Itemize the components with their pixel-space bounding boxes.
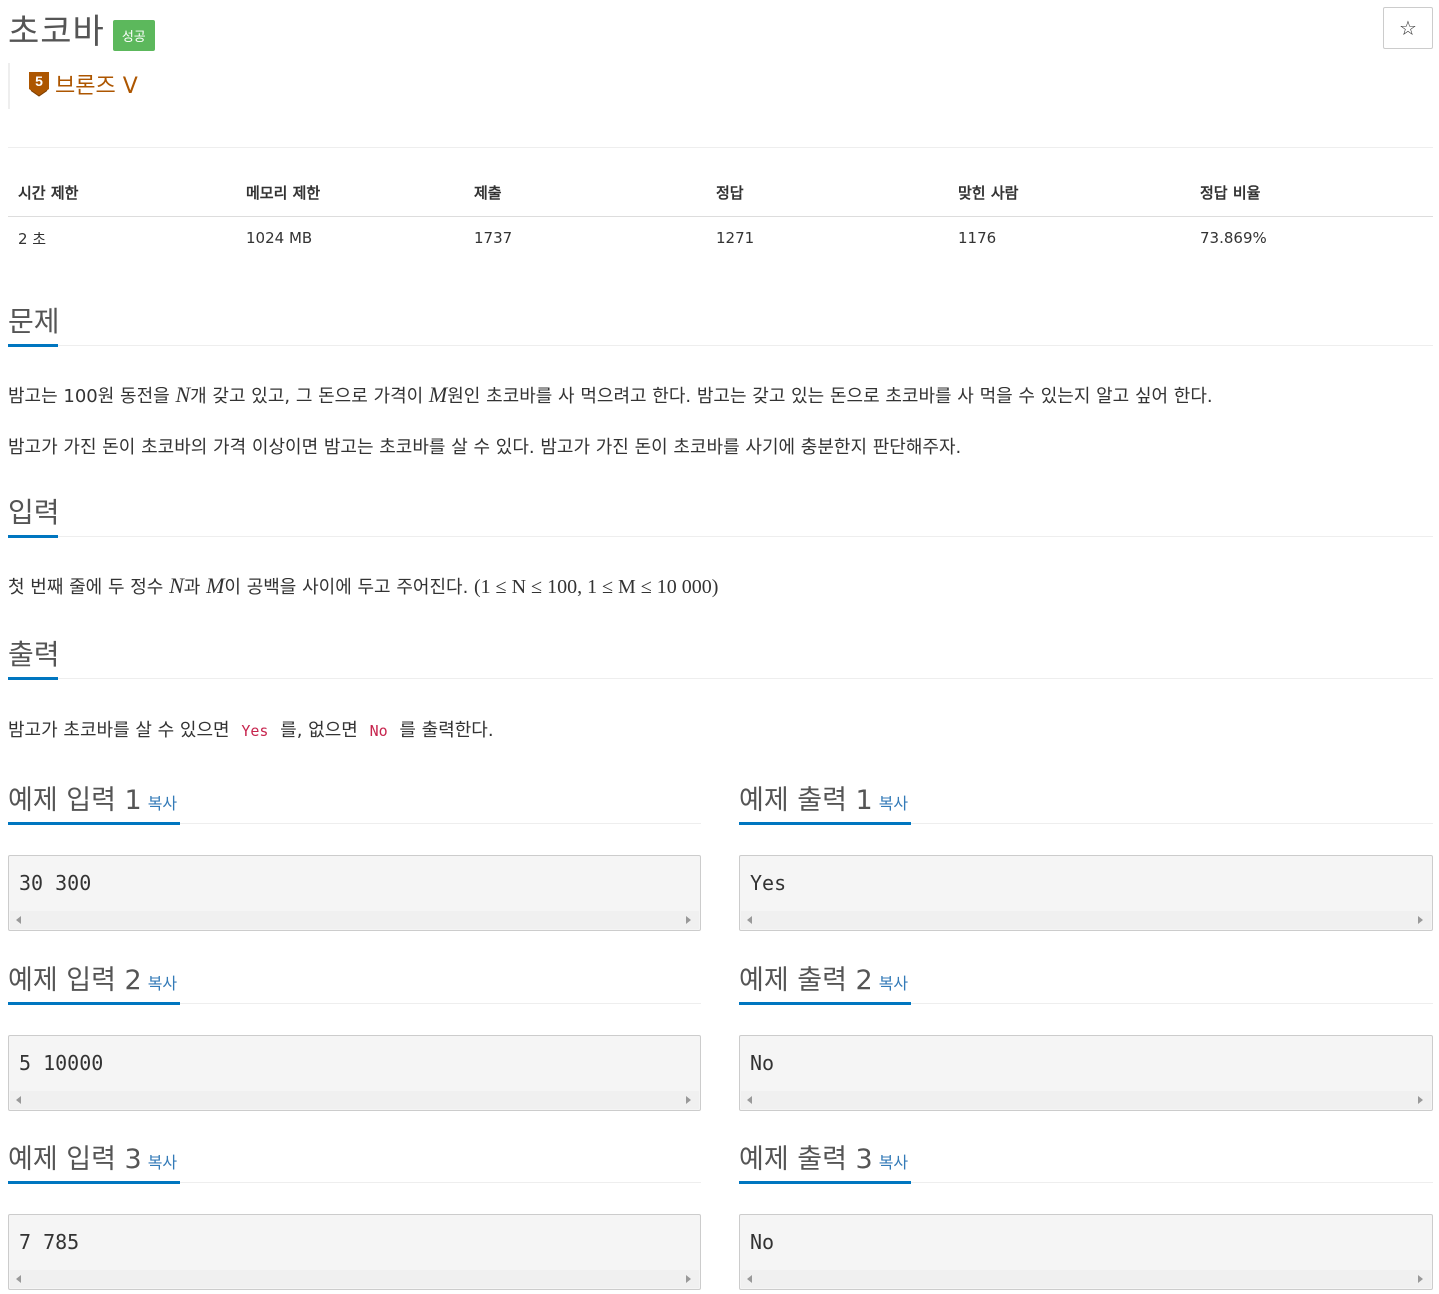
scroll-left-icon[interactable]	[747, 916, 752, 924]
heading-underline	[8, 677, 58, 680]
scroll-left-icon[interactable]	[747, 1275, 752, 1283]
divider	[8, 678, 1433, 679]
problem-title: 초코바	[8, 11, 105, 52]
header-memory-limit: 메모리 제한	[236, 170, 464, 217]
heading-underline	[8, 1002, 180, 1005]
tier-info: 5 브론즈 V	[8, 63, 138, 109]
description-heading: 문제	[8, 305, 60, 338]
problem-header: 초코바 성공	[8, 6, 155, 52]
description-paragraph-1: 밤고는 100원 동전을 N개 갖고 있고, 그 돈으로 가격이 M원인 초코바…	[8, 382, 1213, 407]
sample-output-3-heading: 예제 출력 3 복사	[739, 1144, 909, 1175]
heading-underline	[8, 1181, 180, 1184]
header-accepted: 정답	[706, 170, 948, 217]
header-time-limit: 시간 제한	[8, 170, 236, 217]
input-heading: 입력	[8, 496, 60, 529]
scroll-left-icon[interactable]	[16, 1096, 21, 1104]
divider	[8, 147, 1433, 148]
copy-button[interactable]: 복사	[148, 974, 177, 993]
heading-underline	[8, 344, 58, 347]
sample-output-1-heading: 예제 출력 1 복사	[739, 785, 909, 816]
horizontal-scrollbar[interactable]	[10, 1091, 699, 1109]
scroll-right-icon[interactable]	[1418, 916, 1423, 924]
description-paragraph-2: 밤고가 가진 돈이 초코바의 가격 이상이면 밤고는 초코바를 살 수 있다. …	[8, 437, 962, 458]
submissions-value: 1737	[474, 229, 513, 248]
sample-input-2-text: 5 10000	[19, 1051, 104, 1075]
sample-output-2[interactable]: No	[739, 1035, 1433, 1111]
input-paragraph: 첫 번째 줄에 두 정수 N과 M이 공백을 사이에 두고 주어진다. (1 ≤…	[8, 573, 719, 598]
sample-output-3[interactable]: No	[739, 1214, 1433, 1290]
scroll-right-icon[interactable]	[686, 916, 691, 924]
copy-button[interactable]: 복사	[879, 1153, 908, 1172]
scroll-right-icon[interactable]	[1418, 1096, 1423, 1104]
sample-input-3-heading: 예제 입력 3 복사	[8, 1144, 178, 1175]
output-heading: 출력	[8, 638, 60, 671]
time-limit-value: 2 초	[18, 229, 47, 248]
horizontal-scrollbar[interactable]	[741, 911, 1431, 929]
divider	[8, 345, 1433, 346]
scroll-left-icon[interactable]	[747, 1096, 752, 1104]
solved-users-value: 1176	[958, 229, 997, 248]
sample-output-3-text: No	[750, 1230, 775, 1254]
status-badge: 성공	[112, 19, 155, 51]
horizontal-scrollbar[interactable]	[10, 1270, 699, 1288]
scroll-left-icon[interactable]	[16, 916, 21, 924]
horizontal-scrollbar[interactable]	[10, 911, 699, 929]
sample-input-3-text: 7 785	[19, 1230, 80, 1254]
header-accept-rate: 정답 비율	[1190, 170, 1433, 217]
table-row: 2 초 1024 MB 1737 1271 1176 73.869%	[8, 216, 1433, 260]
sample-output-1-text: Yes	[750, 871, 787, 895]
table-header-row: 시간 제한 메모리 제한 제출 정답 맞힌 사람 정답 비율	[8, 170, 1433, 217]
sample-output-2-heading: 예제 출력 2 복사	[739, 965, 909, 996]
favorite-button[interactable]: ☆	[1383, 7, 1433, 49]
header-solved-users: 맞힌 사람	[948, 170, 1190, 217]
divider	[8, 536, 1433, 537]
copy-button[interactable]: 복사	[148, 794, 177, 813]
tier-number: 5	[35, 73, 43, 89]
accepted-value: 1271	[716, 229, 755, 248]
input-constraint: (1 ≤ N ≤ 100, 1 ≤ M ≤ 10 000)	[474, 576, 719, 598]
scroll-right-icon[interactable]	[1418, 1275, 1423, 1283]
heading-underline	[739, 1181, 911, 1184]
sample-input-3[interactable]: 7 785	[8, 1214, 701, 1290]
horizontal-scrollbar[interactable]	[741, 1091, 1431, 1109]
accept-rate-value: 73.869%	[1200, 229, 1267, 248]
sample-output-1[interactable]: Yes	[739, 855, 1433, 931]
copy-button[interactable]: 복사	[148, 1153, 177, 1172]
memory-limit-value: 1024 MB	[246, 229, 313, 248]
scroll-right-icon[interactable]	[686, 1275, 691, 1283]
copy-button[interactable]: 복사	[879, 974, 908, 993]
header-submissions: 제출	[464, 170, 706, 217]
scroll-right-icon[interactable]	[686, 1096, 691, 1104]
inline-code-yes: Yes	[241, 722, 269, 740]
scroll-left-icon[interactable]	[16, 1275, 21, 1283]
star-icon: ☆	[1399, 16, 1417, 40]
tier-label[interactable]: 브론즈 V	[55, 68, 138, 100]
sample-input-1-text: 30 300	[19, 871, 92, 895]
heading-underline	[739, 1002, 911, 1005]
heading-underline	[8, 822, 180, 825]
sample-input-1[interactable]: 30 300	[8, 855, 701, 931]
sample-input-1-heading: 예제 입력 1 복사	[8, 785, 178, 816]
problem-info-table: 시간 제한 메모리 제한 제출 정답 맞힌 사람 정답 비율 2 초 1024 …	[8, 170, 1433, 260]
sample-output-2-text: No	[750, 1051, 775, 1075]
sample-input-2[interactable]: 5 10000	[8, 1035, 701, 1111]
inline-code-no: No	[369, 722, 388, 740]
horizontal-scrollbar[interactable]	[741, 1270, 1431, 1288]
copy-button[interactable]: 복사	[879, 794, 908, 813]
output-paragraph: 밤고가 초코바를 살 수 있으면 Yes 를, 없으면 No 를 출력한다.	[8, 720, 494, 741]
sample-input-2-heading: 예제 입력 2 복사	[8, 965, 178, 996]
heading-underline	[8, 535, 58, 538]
bronze-tier-icon: 5	[29, 72, 49, 97]
heading-underline	[739, 822, 911, 825]
